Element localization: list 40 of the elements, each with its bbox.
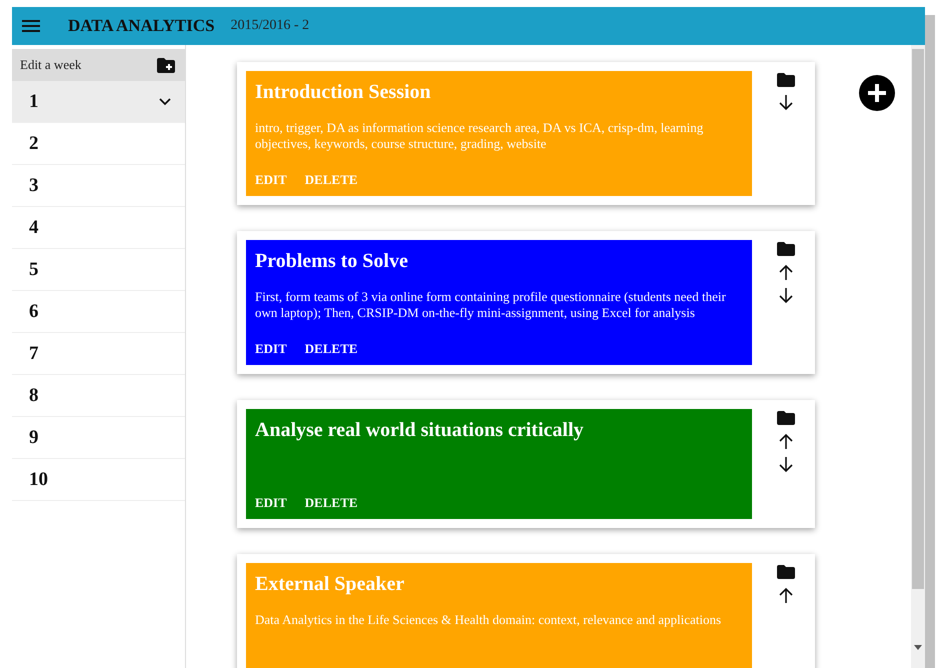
session-title: Introduction Session bbox=[255, 81, 432, 104]
folder-icon[interactable] bbox=[777, 411, 795, 425]
session-title: Problems to Solve bbox=[255, 250, 409, 273]
week-item[interactable]: 8 bbox=[12, 375, 185, 417]
week-item[interactable]: 2 bbox=[12, 123, 185, 165]
action-button[interactable]: DELETE bbox=[304, 495, 358, 511]
week-item[interactable]: 7 bbox=[12, 333, 185, 375]
session-title: Analyse real world situations critically bbox=[255, 419, 584, 442]
add-folder-icon[interactable] bbox=[157, 58, 175, 72]
session-description: intro, trigger, DA as information science research area, DA vs ICA, crisp-dm, learning objectives, keywords, course structure, grading, website bbox=[255, 120, 704, 152]
arrow-down-icon[interactable] bbox=[779, 288, 793, 304]
chevron-down-icon bbox=[159, 98, 171, 106]
week-item[interactable]: 6 bbox=[12, 291, 185, 333]
folder-icon[interactable] bbox=[777, 242, 795, 256]
week-item[interactable]: 4 bbox=[12, 207, 185, 249]
app-title: DATA ANALYTICS bbox=[68, 16, 215, 36]
arrow-up-icon[interactable] bbox=[779, 433, 793, 449]
session-description: Data Analytics in the Life Sciences & Health domain: context, relevance and applications bbox=[255, 612, 722, 628]
menu-icon[interactable] bbox=[22, 20, 40, 32]
action-button[interactable]: EDIT bbox=[255, 341, 287, 357]
scroll-down-icon[interactable] bbox=[914, 645, 922, 650]
arrow-down-icon[interactable] bbox=[779, 457, 793, 473]
session-description: First, form teams of 3 via online form containing profile questionnaire (students need their own laptop); Then, CRSIP-DM on-the-fly mini-assignment, using Excel for analysis bbox=[255, 289, 727, 321]
folder-icon[interactable] bbox=[777, 73, 795, 87]
arrow-up-icon[interactable] bbox=[779, 264, 793, 280]
action-button[interactable]: DELETE bbox=[304, 341, 358, 357]
folder-icon[interactable] bbox=[777, 565, 795, 579]
scrollbar[interactable] bbox=[911, 45, 925, 668]
week-item[interactable]: 9 bbox=[12, 417, 185, 459]
session-title: External Speaker bbox=[255, 573, 406, 596]
action-button[interactable]: EDIT bbox=[255, 495, 287, 511]
week-item[interactable]: 3 bbox=[12, 165, 185, 207]
arrow-up-icon[interactable] bbox=[779, 587, 793, 603]
term-label: 2015/2016 - 2 bbox=[230, 18, 310, 34]
week-item[interactable]: 1 bbox=[12, 81, 185, 123]
arrow-down-icon[interactable] bbox=[779, 95, 793, 111]
week-item[interactable]: 10 bbox=[12, 459, 185, 501]
week-item[interactable]: 5 bbox=[12, 249, 185, 291]
sidebar-heading: Edit a week bbox=[20, 57, 82, 73]
add-button[interactable] bbox=[859, 75, 895, 111]
